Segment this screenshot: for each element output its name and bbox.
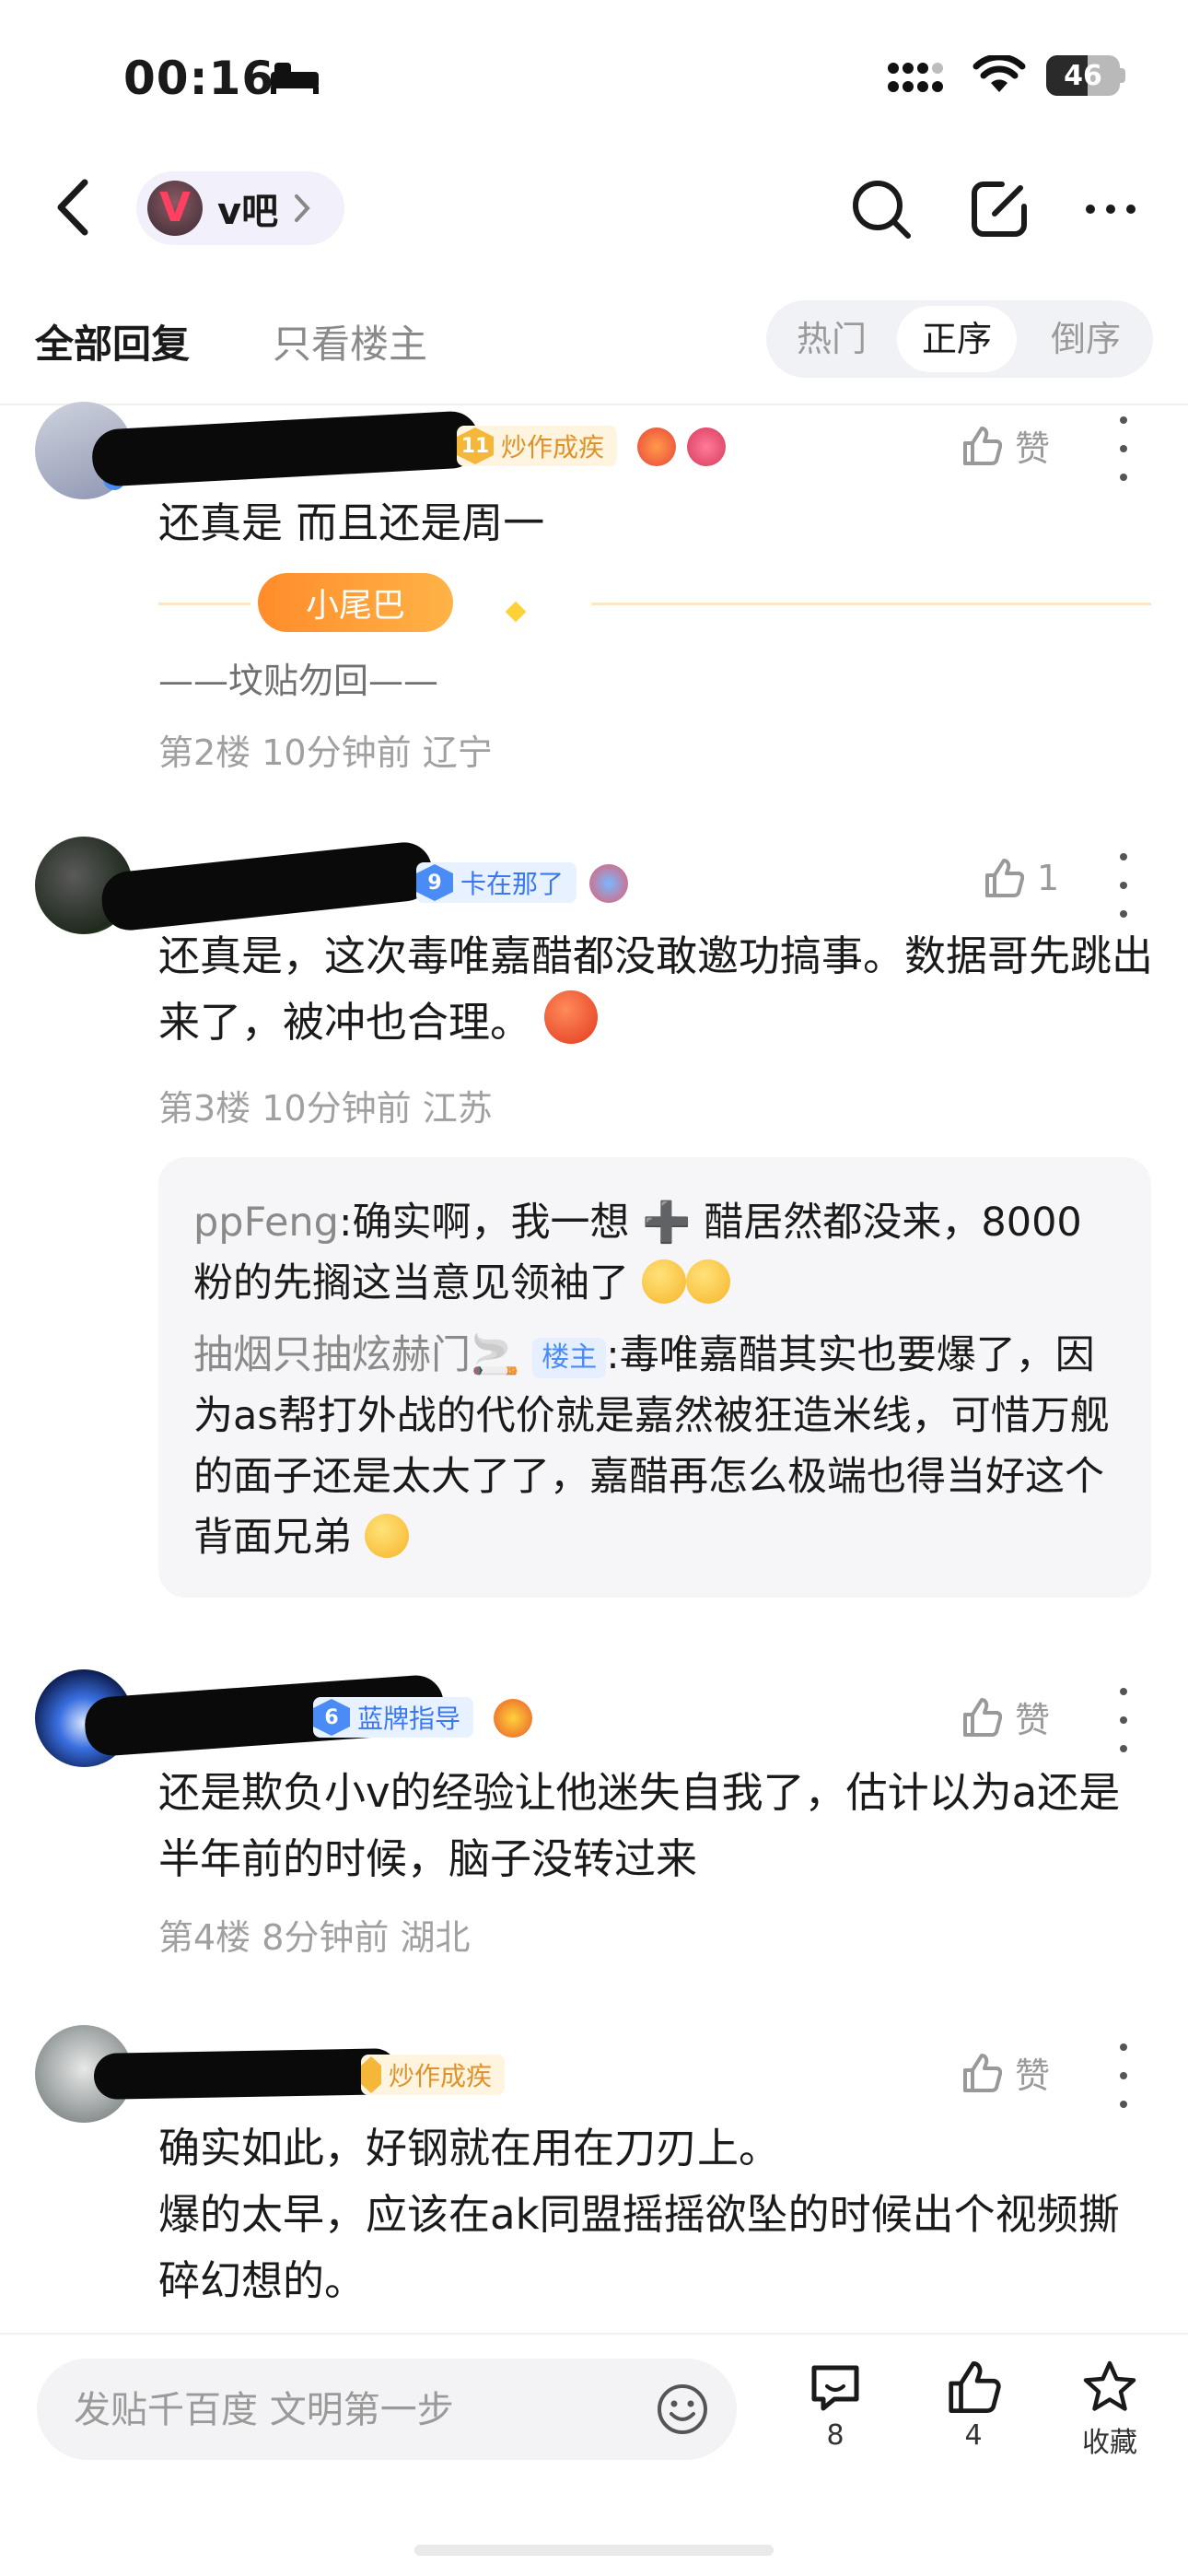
sort-ascending[interactable]: 正序 (897, 306, 1017, 372)
like-button[interactable]: 赞 (961, 1692, 1050, 1742)
sleep-mode-icon (269, 59, 320, 100)
sort-hot[interactable]: 热门 (772, 300, 891, 378)
thumbs-up-icon (985, 859, 1024, 897)
tab-all-replies[interactable]: 全部回复 (35, 313, 190, 369)
chevron-left-icon (57, 179, 88, 236)
status-time: 00:16 (123, 52, 275, 105)
post-text: 还真是，这次毒唯嘉醋都没敢邀功搞事。数据哥先跳出来了，被冲也合理。 (158, 931, 1154, 1047)
level-badge: 9 卡在那了 (416, 862, 577, 903)
level-badge: 6 蓝牌指导 (313, 1697, 474, 1738)
unamused-emoji-icon (364, 1514, 409, 1558)
sub-reply[interactable]: 抽烟只抽炫赫门🚬 楼主:毒唯嘉醋其实也要爆了，因为as帮打外战的代价就是嘉然被狂… (193, 1325, 1114, 1568)
tail-badge: 小尾巴 (258, 573, 453, 632)
search-button[interactable] (849, 177, 914, 241)
sort-descending[interactable]: 倒序 (1026, 300, 1146, 378)
badge-icon (494, 1699, 532, 1738)
reply-author[interactable]: ppFeng (193, 1200, 339, 1246)
like-button[interactable]: 赞 (961, 420, 1050, 471)
thumbs-up-icon (963, 426, 1002, 465)
thumbs-up-icon (949, 2361, 1001, 2413)
home-indicator (414, 2545, 774, 2556)
thumbs-up-icon (963, 2053, 1002, 2092)
star-decoration (505, 601, 527, 623)
badge-icon (637, 427, 676, 466)
more-horizontal-icon (1086, 205, 1136, 214)
divider (0, 404, 1188, 405)
redacted-username (90, 410, 481, 487)
comments-button[interactable]: 8 (785, 2359, 886, 2452)
forum-name: v吧 (217, 191, 279, 233)
thinking-emoji-icon (685, 1259, 730, 1304)
signature: ——坟贴勿回—— (158, 661, 439, 701)
like-button[interactable]: 1 (984, 857, 1059, 899)
tab-op-only[interactable]: 只看楼主 (273, 313, 427, 369)
redacted-username (99, 839, 436, 933)
post-more-button[interactable] (1116, 853, 1131, 918)
favorite-label: 收藏 (1082, 2427, 1137, 2459)
thumbs-up-icon (963, 1697, 1002, 1737)
post-more-button[interactable] (1116, 2043, 1131, 2108)
sort-segmented-control: 热门 正序 倒序 (766, 300, 1153, 378)
wifi-icon (973, 55, 1026, 92)
post-meta: 第2楼 10分钟前 辽宁 (158, 732, 493, 773)
like-button[interactable]: 赞 (961, 2047, 1050, 2098)
post-meta: 第4楼 8分钟前 湖北 (158, 1917, 471, 1958)
angry-emoji-icon (544, 990, 599, 1044)
redacted-username (93, 2048, 399, 2100)
badge-icon (589, 864, 628, 903)
divider (0, 2333, 1188, 2335)
forum-chip[interactable]: v吧 (136, 171, 345, 245)
reply-input[interactable] (72, 2359, 628, 2462)
edit-icon (972, 181, 1027, 237)
comments-count: 8 (826, 2419, 844, 2452)
reply-author[interactable]: 抽烟只抽炫赫门🚬 (193, 1332, 520, 1378)
battery-indicator: 46 (1046, 55, 1120, 96)
badge-icon (687, 427, 726, 466)
post-text: 确实如此，好钢就在用在刀刃上。 爆的太早，应该在ak同盟摇摇欲坠的时候出个视频撕… (158, 2124, 1120, 2305)
edit-button[interactable] (967, 177, 1031, 241)
likes-count: 4 (964, 2419, 983, 2452)
divider (158, 603, 250, 605)
divider (591, 603, 1151, 605)
op-tag: 楼主 (532, 1337, 607, 1378)
comment-icon (811, 2365, 859, 2411)
back-button[interactable] (52, 175, 96, 240)
level-badge: 11 炒作成疾 (457, 426, 618, 466)
emoji-button[interactable] (656, 2383, 709, 2440)
favorite-button[interactable]: 收藏 (1059, 2359, 1160, 2460)
like-post-button[interactable]: 4 (923, 2359, 1024, 2452)
status-right: 46 (888, 55, 1125, 96)
post-more-button[interactable] (1116, 416, 1131, 481)
smiley-icon (658, 2384, 707, 2434)
sub-reply[interactable]: ppFeng:确实啊，我一想 ➕ 醋居然都没来，8000粉的先搁这当意见领袖了 (193, 1192, 1114, 1314)
post-text: 还真是 而且还是周一 (158, 498, 545, 547)
sub-replies[interactable]: ppFeng:确实啊，我一想 ➕ 醋居然都没来，8000粉的先搁这当意见领袖了 … (158, 1157, 1151, 1598)
signal-icon (888, 63, 943, 92)
reply-input-container (37, 2359, 737, 2462)
post-meta: 第3楼 10分钟前 江苏 (158, 1088, 493, 1129)
more-menu-button[interactable] (1083, 195, 1147, 223)
forum-avatar (147, 181, 203, 236)
level-badge: 炒作成疾 (361, 2055, 506, 2095)
post-more-button[interactable] (1116, 1688, 1131, 1752)
search-icon (853, 181, 911, 239)
thinking-emoji-icon (641, 1259, 686, 1304)
star-icon (1083, 2360, 1136, 2411)
chevron-right-icon (295, 194, 310, 222)
post-text: 还是欺负小v的经验让他迷失自我了，估计以为a还是半年前的时候，脑子没转过来 (158, 1768, 1121, 1883)
